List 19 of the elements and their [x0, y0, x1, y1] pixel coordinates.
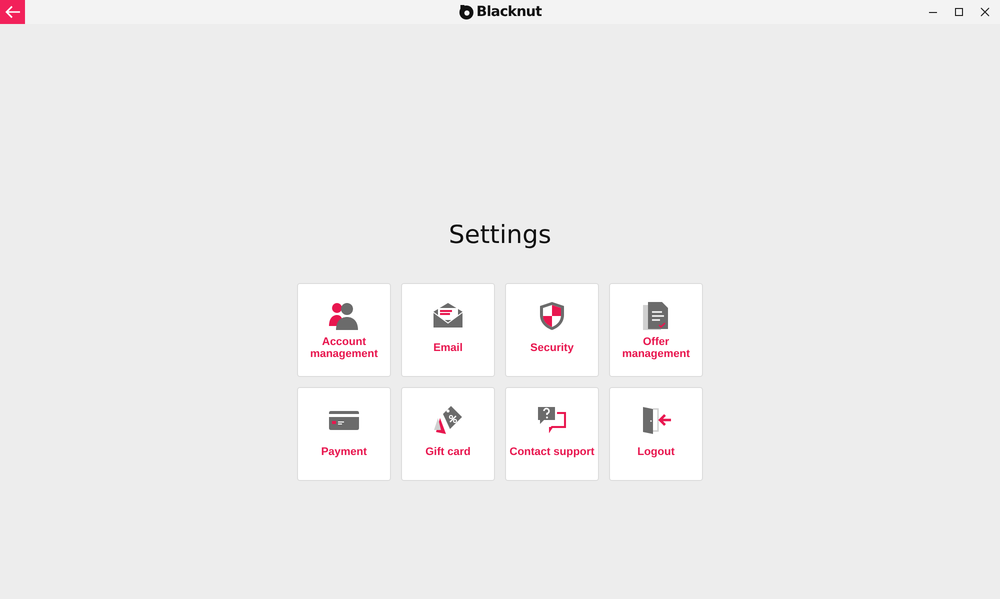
settings-tile[interactable]: Offer management	[609, 283, 703, 377]
logo-icon	[458, 4, 474, 20]
close-icon[interactable]	[980, 7, 990, 17]
maximize-icon[interactable]	[954, 7, 964, 17]
settings-tile[interactable]: Email	[401, 283, 495, 377]
users-icon	[328, 300, 360, 332]
back-arrow-icon	[4, 5, 20, 19]
chat-question-icon	[536, 404, 568, 436]
settings-tile[interactable]: Logout	[609, 387, 703, 481]
door-arrow-icon	[640, 404, 672, 436]
price-tag-icon	[432, 404, 464, 436]
app-name: Blacknut	[476, 4, 542, 20]
back-button[interactable]	[0, 0, 25, 24]
settings-tile[interactable]: Contact support	[505, 387, 599, 481]
settings-tile[interactable]: Payment	[297, 387, 391, 481]
settings-tile[interactable]: Account management	[297, 283, 391, 377]
settings-tile[interactable]: Security	[505, 283, 599, 377]
settings-tile[interactable]: Gift card	[401, 387, 495, 481]
page-title: Settings	[448, 220, 552, 249]
